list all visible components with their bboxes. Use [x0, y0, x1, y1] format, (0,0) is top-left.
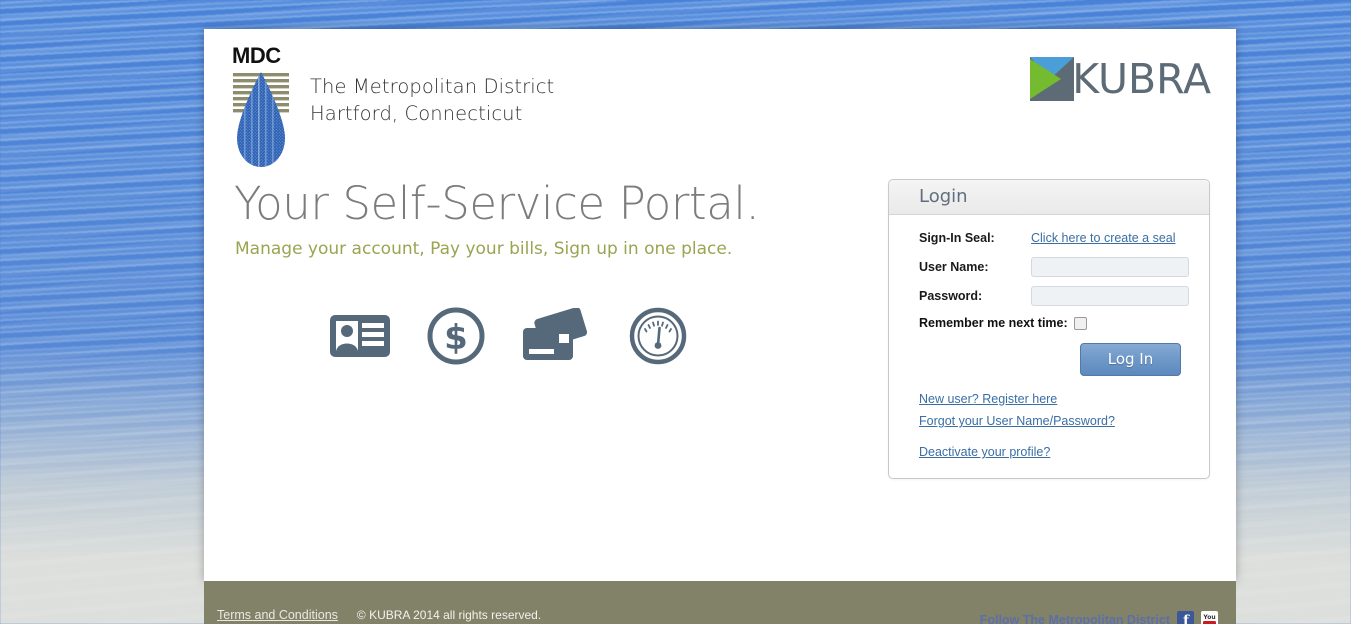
- youtube-icon[interactable]: You: [1201, 611, 1218, 624]
- kubra-triangle-icon: [1030, 57, 1075, 101]
- svg-text:$: $: [444, 318, 468, 358]
- copyright-text: © KUBRA 2014 all rights reserved.: [356, 608, 542, 622]
- login-button-row: Log In: [919, 342, 1181, 376]
- log-in-button[interactable]: Log In: [1080, 342, 1181, 376]
- site-footer: Terms and Conditions © KUBRA 2014 all ri…: [204, 581, 1236, 624]
- deactivate-profile-link[interactable]: Deactivate your profile?: [919, 444, 1050, 462]
- credit-cards-icon: [523, 308, 588, 361]
- svg-text:You: You: [1202, 614, 1215, 621]
- password-row: Password:: [919, 285, 1189, 307]
- footer-social-group: Follow The Metropolitan District f You: [980, 611, 1218, 624]
- password-input[interactable]: [1031, 285, 1189, 306]
- remember-me-row: Remember me next time:: [919, 314, 1185, 333]
- forgot-credentials-link[interactable]: Forgot your User Name/Password?: [919, 413, 1115, 431]
- gauge-meter-icon: [629, 308, 687, 365]
- username-row: User Name:: [919, 256, 1189, 278]
- facebook-icon[interactable]: f: [1177, 611, 1194, 624]
- mdc-brand-text: The Metropolitan District Hartford, Conn…: [310, 45, 554, 128]
- follow-us-text: Follow The Metropolitan District: [979, 612, 1170, 624]
- mdc-wordmark-text: MDC: [232, 43, 281, 68]
- remember-me-label: Remember me next time:: [919, 316, 1068, 331]
- feature-icon-row: $: [329, 307, 864, 365]
- id-card-icon: [330, 315, 390, 358]
- page-container: MDC The Metropolitan District Hartford, …: [204, 29, 1236, 581]
- password-label: Password:: [919, 288, 983, 303]
- username-input[interactable]: [1031, 256, 1189, 277]
- dollar-circle-icon: $: [427, 307, 485, 365]
- hero-section: Your Self-Service Portal. Manage your ac…: [204, 177, 864, 365]
- mdc-name-line1: The Metropolitan District: [310, 75, 555, 98]
- create-seal-link[interactable]: Click here to create a seal: [1031, 231, 1176, 245]
- site-header: MDC The Metropolitan District Hartford, …: [204, 29, 1236, 179]
- page-title: Your Self-Service Portal.: [234, 177, 760, 230]
- login-links-group: New user? Register here Forgot your User…: [919, 388, 1185, 464]
- register-link[interactable]: New user? Register here: [919, 391, 1057, 409]
- login-panel-title: Login: [919, 186, 968, 207]
- water-droplet-icon: [233, 72, 289, 167]
- terms-and-conditions-link[interactable]: Terms and Conditions: [217, 608, 338, 622]
- content-area: Your Self-Service Portal. Manage your ac…: [204, 177, 1236, 479]
- login-panel: Login Sign-In Seal: Click here to create…: [888, 179, 1210, 479]
- kubra-logo: KUBRA: [1030, 57, 1211, 101]
- mdc-logo: MDC: [232, 45, 294, 170]
- sign-in-seal-label: Sign-In Seal:: [919, 230, 995, 245]
- login-panel-header: Login: [889, 180, 1209, 215]
- footer-left-group: Terms and Conditions © KUBRA 2014 all ri…: [217, 608, 541, 622]
- login-form: Sign-In Seal: Click here to create a sea…: [889, 215, 1209, 478]
- page-subtitle: Manage your account, Pay your bills, Sig…: [235, 239, 733, 260]
- kubra-wordmark-text: KUBRA: [1072, 54, 1211, 103]
- svg-text:f: f: [1183, 613, 1190, 624]
- username-label: User Name:: [919, 259, 989, 274]
- mdc-brand-block: MDC The Metropolitan District Hartford, …: [232, 45, 554, 170]
- mdc-name-line2: Hartford, Connecticut: [310, 101, 523, 125]
- remember-me-checkbox[interactable]: [1073, 316, 1087, 330]
- sign-in-seal-row: Sign-In Seal: Click here to create a sea…: [919, 227, 1185, 249]
